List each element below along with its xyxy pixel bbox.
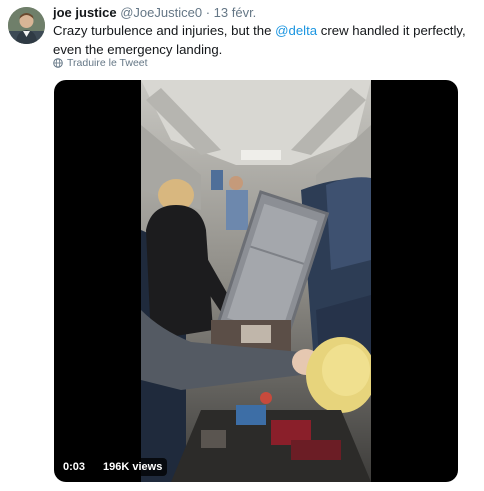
- tweet-timestamp[interactable]: 13 févr.: [214, 5, 257, 20]
- video-player[interactable]: 0:03 196K views: [54, 80, 458, 482]
- translate-label: Traduire le Tweet: [67, 57, 148, 69]
- video-views: 196K views: [98, 458, 168, 476]
- separator-dot: ·: [205, 5, 211, 20]
- globe-icon: [53, 58, 63, 68]
- mention-link[interactable]: @delta: [275, 23, 317, 38]
- video-still: [141, 80, 371, 482]
- avatar[interactable]: [8, 7, 45, 44]
- tweet: joe justice @JoeJustice0 · 13 févr. Craz…: [0, 0, 484, 491]
- video-timestamp: 0:03: [58, 458, 91, 476]
- author-name[interactable]: joe justice: [53, 5, 117, 20]
- translate-tweet-link[interactable]: Traduire le Tweet: [53, 57, 148, 69]
- tweet-header: joe justice @JoeJustice0 · 13 févr.: [53, 5, 256, 21]
- video-frame[interactable]: [141, 80, 371, 482]
- tweet-text-start: Crazy turbulence and injuries, but the: [53, 23, 276, 38]
- author-handle[interactable]: @JoeJustice0: [120, 5, 202, 20]
- tweet-text: Crazy turbulence and injuries, but the @…: [53, 21, 473, 59]
- video-overlay: 0:03 196K views: [58, 458, 168, 476]
